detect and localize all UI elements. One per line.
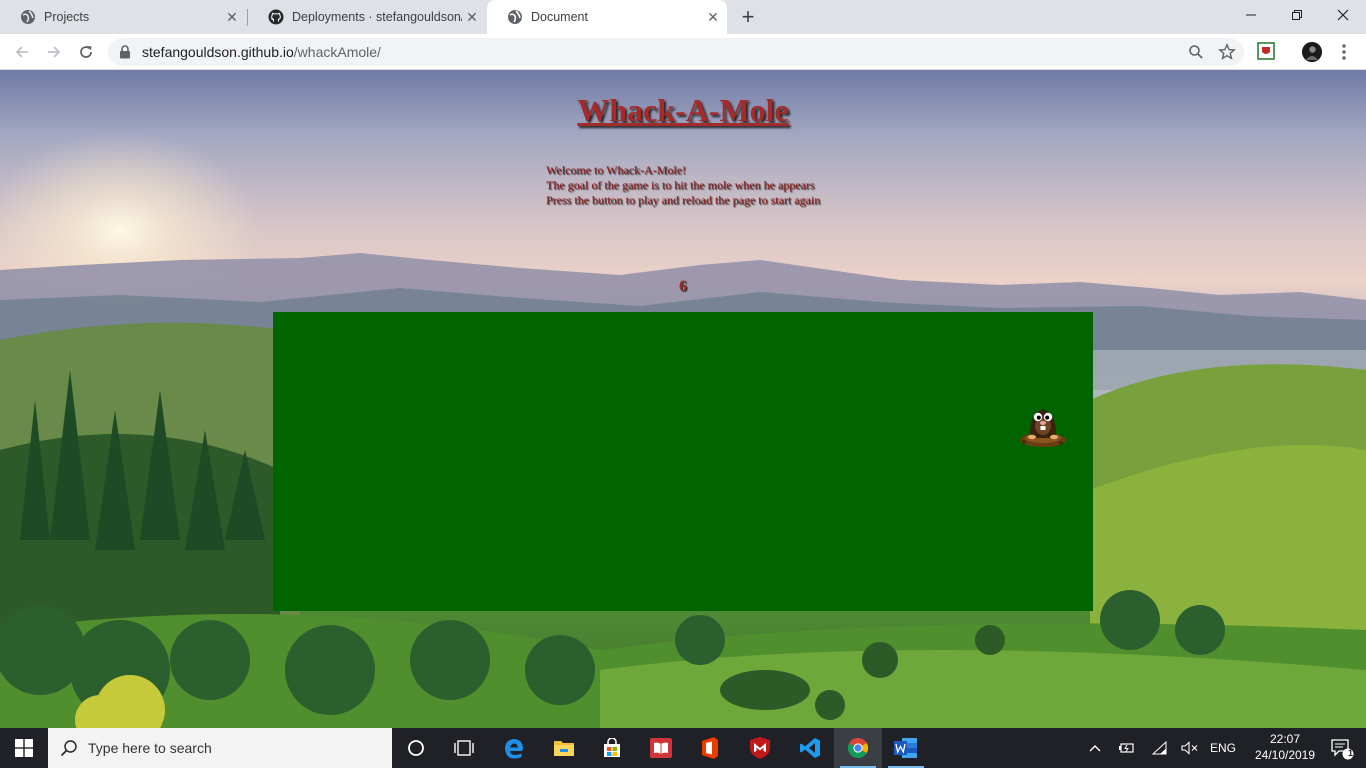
tray-overflow-button[interactable]	[1084, 728, 1106, 768]
browser-menu-button[interactable]	[1336, 42, 1352, 62]
edge-button[interactable]	[490, 728, 538, 768]
close-tab-icon[interactable]: ✕	[703, 7, 723, 27]
reload-button[interactable]	[72, 38, 100, 66]
lock-icon	[120, 45, 130, 59]
wifi-icon	[1151, 741, 1167, 755]
language-indicator[interactable]: ENG	[1206, 728, 1240, 768]
volume-muted-icon	[1181, 741, 1198, 755]
windows-taskbar: Type here to search ENG 22:07 24/10/2019…	[0, 728, 1366, 768]
mole-icon[interactable]	[1018, 400, 1068, 448]
browser-toolbar: stefangouldson.github.io/whackAmole/	[0, 34, 1366, 70]
minimize-button[interactable]	[1228, 0, 1274, 30]
close-tab-icon[interactable]: ✕	[222, 7, 242, 27]
kebab-menu-icon	[1342, 44, 1346, 60]
clock-date: 24/10/2019	[1254, 748, 1316, 762]
intro-text: Welcome to Whack-A-Mole! The goal of the…	[546, 163, 820, 208]
task-view-icon	[454, 740, 474, 756]
intro-line: Welcome to Whack-A-Mole!	[546, 163, 687, 177]
task-view-button[interactable]	[440, 728, 488, 768]
mcafee-button[interactable]	[736, 728, 784, 768]
url-host: stefangouldson.github.io	[142, 44, 294, 60]
restore-button[interactable]	[1274, 0, 1320, 30]
bookmark-star-icon[interactable]	[1218, 43, 1236, 61]
tab-title: Projects	[44, 10, 90, 24]
edge-icon	[505, 739, 523, 759]
taskbar-search[interactable]: Type here to search	[48, 728, 392, 768]
office-button[interactable]	[686, 728, 734, 768]
close-icon	[1337, 9, 1349, 21]
chrome-icon	[847, 737, 869, 758]
page-viewport: Whack-A-Mole Welcome to Whack-A-Mole! Th…	[0, 70, 1366, 728]
tab-deployments[interactable]: Deployments · stefangouldson/w ✕	[248, 0, 486, 34]
tab-projects[interactable]: Projects ✕	[0, 0, 246, 34]
cortana-button[interactable]	[392, 728, 440, 768]
profile-icon	[1302, 42, 1322, 62]
minimize-icon	[1246, 14, 1256, 16]
intro-line: Press the button to play and reload the …	[546, 193, 821, 207]
tab-document[interactable]: Document ✕	[487, 0, 727, 34]
windows-logo-icon	[15, 739, 33, 757]
word-button[interactable]	[882, 728, 930, 768]
search-icon	[60, 740, 77, 757]
clock-time: 22:07	[1269, 732, 1301, 746]
store-icon	[604, 738, 620, 757]
file-explorer-button[interactable]	[540, 728, 588, 768]
chrome-button[interactable]	[834, 728, 882, 768]
intro-line: The goal of the game is to hit the mole …	[546, 178, 815, 192]
tab-strip: Projects ✕ Deployments · stefangouldson/…	[0, 0, 1366, 34]
taskbar-clock[interactable]: 22:07 24/10/2019	[1250, 731, 1320, 763]
file-explorer-icon	[554, 741, 574, 756]
notification-count: 1	[1348, 748, 1354, 758]
close-window-button[interactable]	[1320, 0, 1366, 30]
cortana-icon	[408, 740, 424, 756]
new-tab-button[interactable]: +	[736, 4, 760, 29]
tab-title: Document	[531, 10, 588, 24]
vscode-button[interactable]	[786, 728, 834, 768]
battery-icon	[1119, 743, 1134, 753]
close-tab-icon[interactable]: ✕	[462, 7, 482, 27]
extension-shield-icon[interactable]	[1257, 42, 1275, 60]
battery-button[interactable]	[1114, 728, 1138, 768]
word-icon	[894, 738, 917, 758]
mcafee-icon	[750, 737, 770, 759]
wifi-button[interactable]	[1148, 728, 1172, 768]
back-button[interactable]	[8, 38, 36, 66]
url-path: /whackAmole/	[293, 44, 381, 60]
zoom-icon[interactable]	[1188, 44, 1204, 60]
game-board[interactable]	[273, 312, 1093, 611]
page-title: Whack-A-Mole	[577, 92, 789, 128]
store-button[interactable]	[588, 728, 636, 768]
globe-icon	[21, 10, 35, 24]
score-counter: 6	[679, 278, 687, 295]
avatar[interactable]	[1302, 42, 1322, 62]
address-bar[interactable]: stefangouldson.github.io/whackAmole/	[108, 38, 1244, 66]
globe-icon	[508, 10, 522, 24]
action-center-button[interactable]: 1	[1322, 728, 1362, 768]
arrow-left-icon	[15, 46, 28, 58]
github-icon	[268, 9, 284, 25]
tab-title: Deployments · stefangouldson/w	[292, 10, 462, 24]
reader-button[interactable]	[637, 728, 685, 768]
volume-button[interactable]	[1178, 728, 1202, 768]
reader-icon	[650, 738, 672, 758]
url-text: stefangouldson.github.io/whackAmole/	[142, 44, 381, 60]
office-icon	[702, 737, 718, 759]
chevron-up-icon	[1089, 745, 1101, 752]
reload-icon	[80, 46, 92, 58]
start-button[interactable]	[0, 728, 48, 768]
search-placeholder: Type here to search	[88, 740, 212, 756]
restore-icon	[1292, 10, 1302, 20]
forward-button[interactable]	[40, 38, 68, 66]
vscode-icon	[800, 738, 820, 758]
arrow-right-icon	[48, 46, 61, 58]
